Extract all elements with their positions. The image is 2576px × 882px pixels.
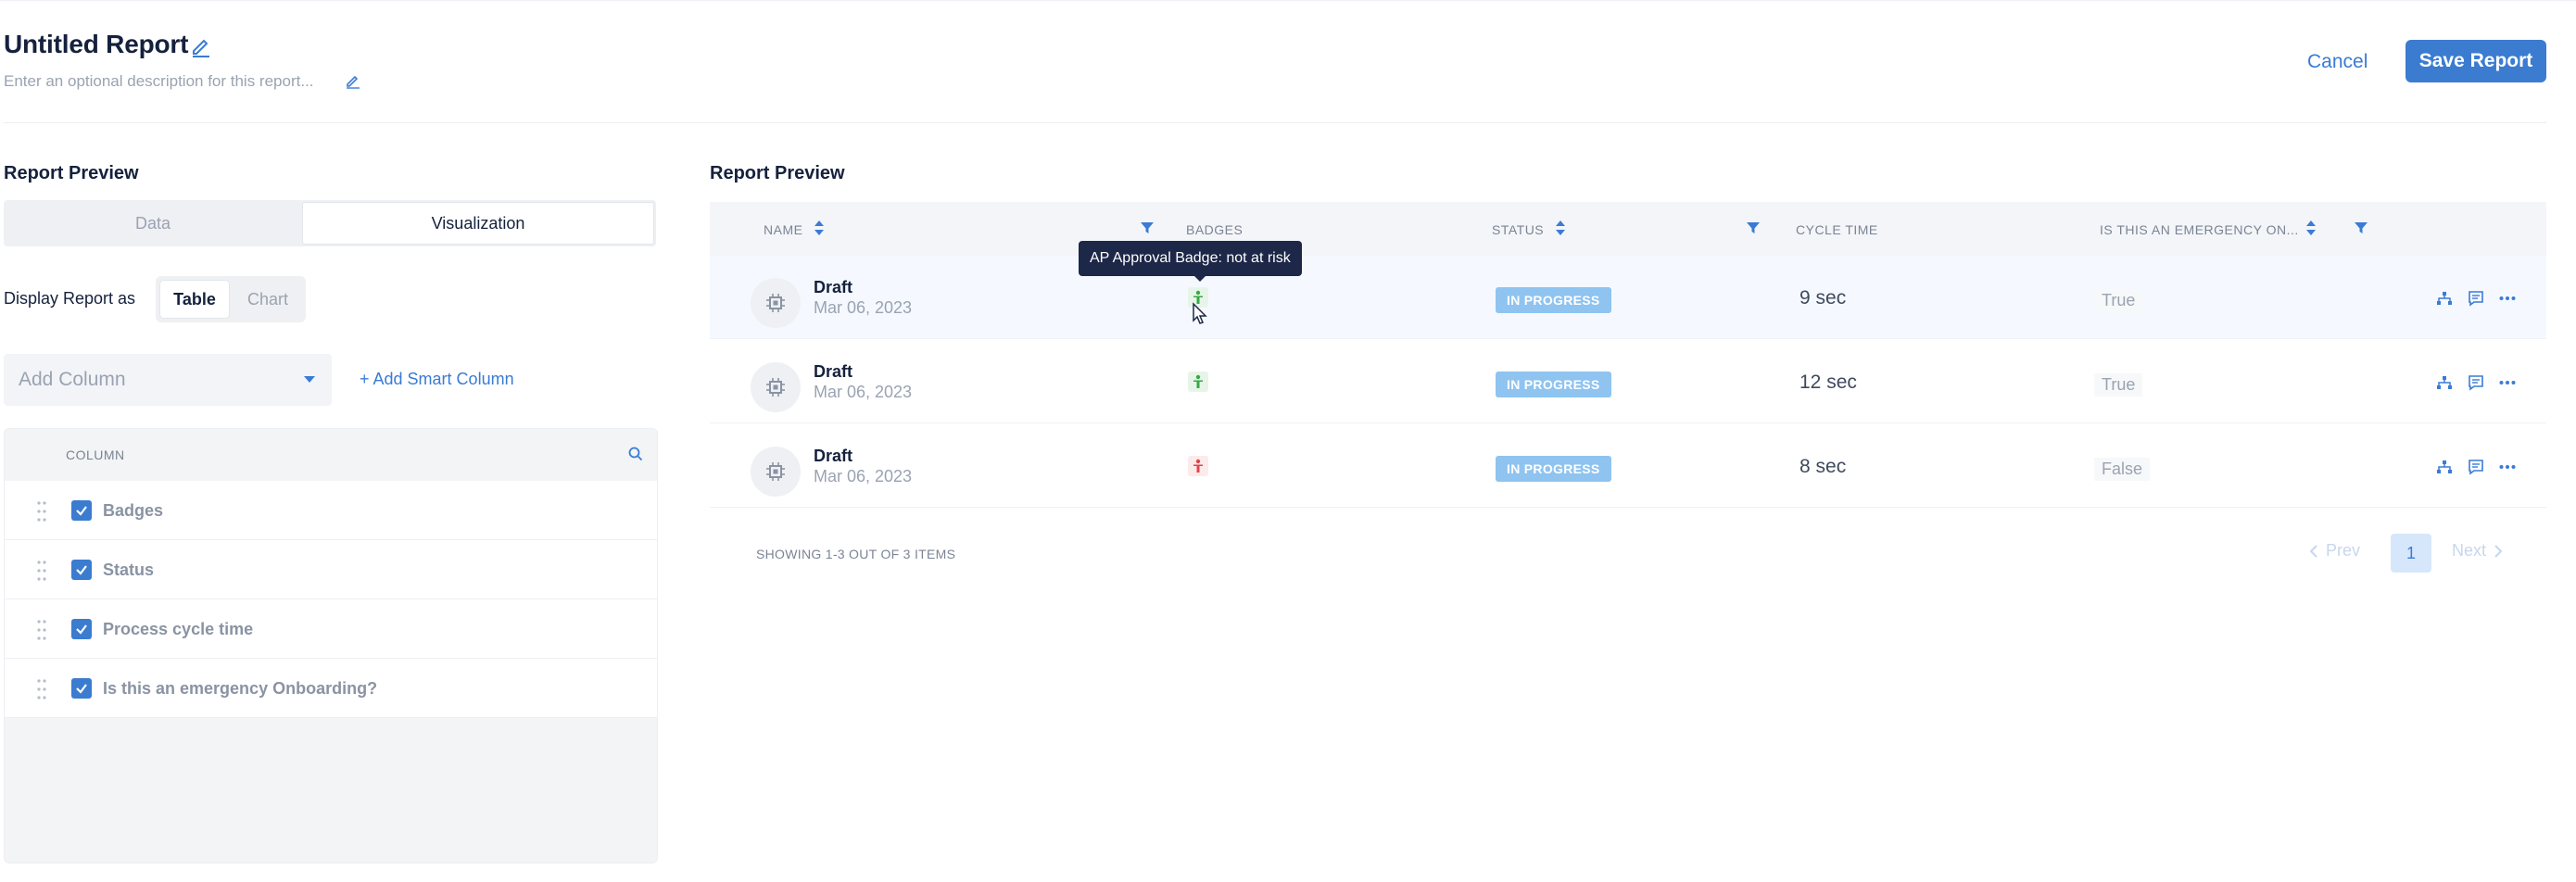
cycle-time-value: 8 sec <box>1799 456 1847 477</box>
top-border <box>0 0 2576 1</box>
drag-handle-icon[interactable] <box>36 677 47 701</box>
tab-visualization[interactable]: Visualization <box>302 202 654 245</box>
table-header: NAME BADGES STATUS CYCLE TIME IS THIS AN… <box>710 202 2546 256</box>
column-row-status: Status <box>5 540 657 599</box>
column-label: Is this an emergency Onboarding? <box>103 679 378 698</box>
status-badge: IN PROGRESS <box>1496 287 1611 313</box>
tooltip-arrow <box>1193 275 1206 282</box>
status-badge: IN PROGRESS <box>1496 456 1611 482</box>
comment-icon[interactable] <box>2467 289 2485 308</box>
emergency-value: False <box>2094 458 2151 481</box>
row-date: Mar 06, 2023 <box>814 298 913 317</box>
sort-icon[interactable] <box>814 219 825 237</box>
showing-count: SHOWING 1-3 OUT OF 3 ITEMS <box>756 547 956 561</box>
columns-header: COLUMN <box>5 429 657 481</box>
search-icon[interactable] <box>627 446 644 462</box>
processor-icon <box>751 362 801 412</box>
column-header-cycle-time[interactable]: CYCLE TIME <box>1796 222 1878 237</box>
data-visualization-tabs: Data Visualization <box>4 200 656 246</box>
tab-data[interactable]: Data <box>6 202 300 245</box>
left-panel-heading: Report Preview <box>4 163 139 183</box>
display-chart-option[interactable]: Chart <box>234 280 302 319</box>
checkbox-checked-icon[interactable] <box>71 619 92 639</box>
column-label: Badges <box>103 501 164 520</box>
pagination-next-label: Next <box>2452 541 2487 560</box>
add-column-dropdown[interactable]: Add Column <box>4 354 332 406</box>
filter-icon[interactable] <box>1746 220 1761 235</box>
column-label: Status <box>103 561 155 579</box>
drag-handle-icon[interactable] <box>36 559 47 583</box>
right-panel-heading: Report Preview <box>710 163 845 183</box>
person-badge-icon[interactable] <box>1188 456 1208 476</box>
sort-icon[interactable] <box>2305 219 2317 237</box>
report-description[interactable]: Enter an optional description for this r… <box>4 72 314 91</box>
display-table-option[interactable]: Table <box>159 280 230 319</box>
column-header-name[interactable]: NAME <box>764 222 802 237</box>
pagination-next[interactable]: Next <box>2452 541 2503 561</box>
column-header-emergency[interactable]: IS THIS AN EMERGENCY ON... <box>2100 222 2299 237</box>
cancel-button[interactable]: Cancel <box>2307 46 2368 78</box>
hierarchy-icon[interactable] <box>2435 458 2454 476</box>
more-icon[interactable] <box>2498 373 2517 392</box>
row-name[interactable]: Draft <box>814 278 852 297</box>
filter-icon[interactable] <box>1140 220 1155 235</box>
emergency-value: True <box>2094 373 2143 397</box>
drag-handle-icon[interactable] <box>36 499 47 523</box>
edit-description-icon[interactable] <box>345 72 361 89</box>
table-row[interactable]: Draft Mar 06, 2023 IN PROGRESS 9 sec Tru… <box>710 256 2546 339</box>
cycle-time-value: 12 sec <box>1799 372 1857 393</box>
pagination-prev-label: Prev <box>2326 541 2361 560</box>
row-date: Mar 06, 2023 <box>814 383 913 401</box>
checkbox-checked-icon[interactable] <box>71 560 92 580</box>
report-title[interactable]: Untitled Report <box>4 30 188 59</box>
checkbox-checked-icon[interactable] <box>71 500 92 521</box>
row-name[interactable]: Draft <box>814 447 852 466</box>
column-header-badges[interactable]: BADGES <box>1186 222 1243 237</box>
more-icon[interactable] <box>2498 289 2517 308</box>
more-icon[interactable] <box>2498 458 2517 476</box>
add-smart-column-link[interactable]: + Add Smart Column <box>360 370 514 389</box>
columns-header-label: COLUMN <box>66 447 125 462</box>
chevron-left-icon <box>2309 544 2317 558</box>
sort-icon[interactable] <box>1555 219 1566 237</box>
columns-panel: COLUMN Badges Status Process cycle time <box>4 428 658 863</box>
person-badge-icon[interactable] <box>1188 372 1208 392</box>
row-date: Mar 06, 2023 <box>814 467 913 485</box>
pagination-page-current[interactable]: 1 <box>2391 534 2431 573</box>
column-row-emergency: Is this an emergency Onboarding? <box>5 659 657 718</box>
comment-icon[interactable] <box>2467 458 2485 476</box>
display-toggle: Table Chart <box>156 276 306 322</box>
chevron-right-icon <box>2494 544 2503 558</box>
save-report-button[interactable]: Save Report <box>2406 40 2546 82</box>
checkbox-checked-icon[interactable] <box>71 678 92 699</box>
edit-title-icon[interactable] <box>189 33 213 57</box>
row-name[interactable]: Draft <box>814 362 852 382</box>
status-badge: IN PROGRESS <box>1496 372 1611 397</box>
dropdown-caret-icon <box>304 376 315 383</box>
processor-icon <box>751 278 801 328</box>
table-row[interactable]: Draft Mar 06, 2023 IN PROGRESS 12 sec Tr… <box>710 340 2546 423</box>
column-label: Process cycle time <box>103 620 254 638</box>
badge-tooltip: AP Approval Badge: not at risk <box>1079 241 1302 276</box>
pagination-prev[interactable]: Prev <box>2309 541 2360 561</box>
column-header-status[interactable]: STATUS <box>1492 222 1544 237</box>
drag-handle-icon[interactable] <box>36 618 47 642</box>
comment-icon[interactable] <box>2467 373 2485 392</box>
display-report-label: Display Report as <box>4 289 136 308</box>
add-column-placeholder: Add Column <box>19 369 126 390</box>
hierarchy-icon[interactable] <box>2435 289 2454 308</box>
header-divider <box>4 122 2546 123</box>
hierarchy-icon[interactable] <box>2435 373 2454 392</box>
filter-icon[interactable] <box>2354 220 2368 235</box>
column-row-process-cycle-time: Process cycle time <box>5 599 657 659</box>
mouse-cursor-icon <box>1192 302 1208 326</box>
column-row-badges: Badges <box>5 481 657 540</box>
processor-icon <box>751 447 801 497</box>
cycle-time-value: 9 sec <box>1799 287 1847 309</box>
table-row[interactable]: Draft Mar 06, 2023 IN PROGRESS 8 sec Fal… <box>710 424 2546 508</box>
emergency-value: True <box>2094 289 2143 312</box>
